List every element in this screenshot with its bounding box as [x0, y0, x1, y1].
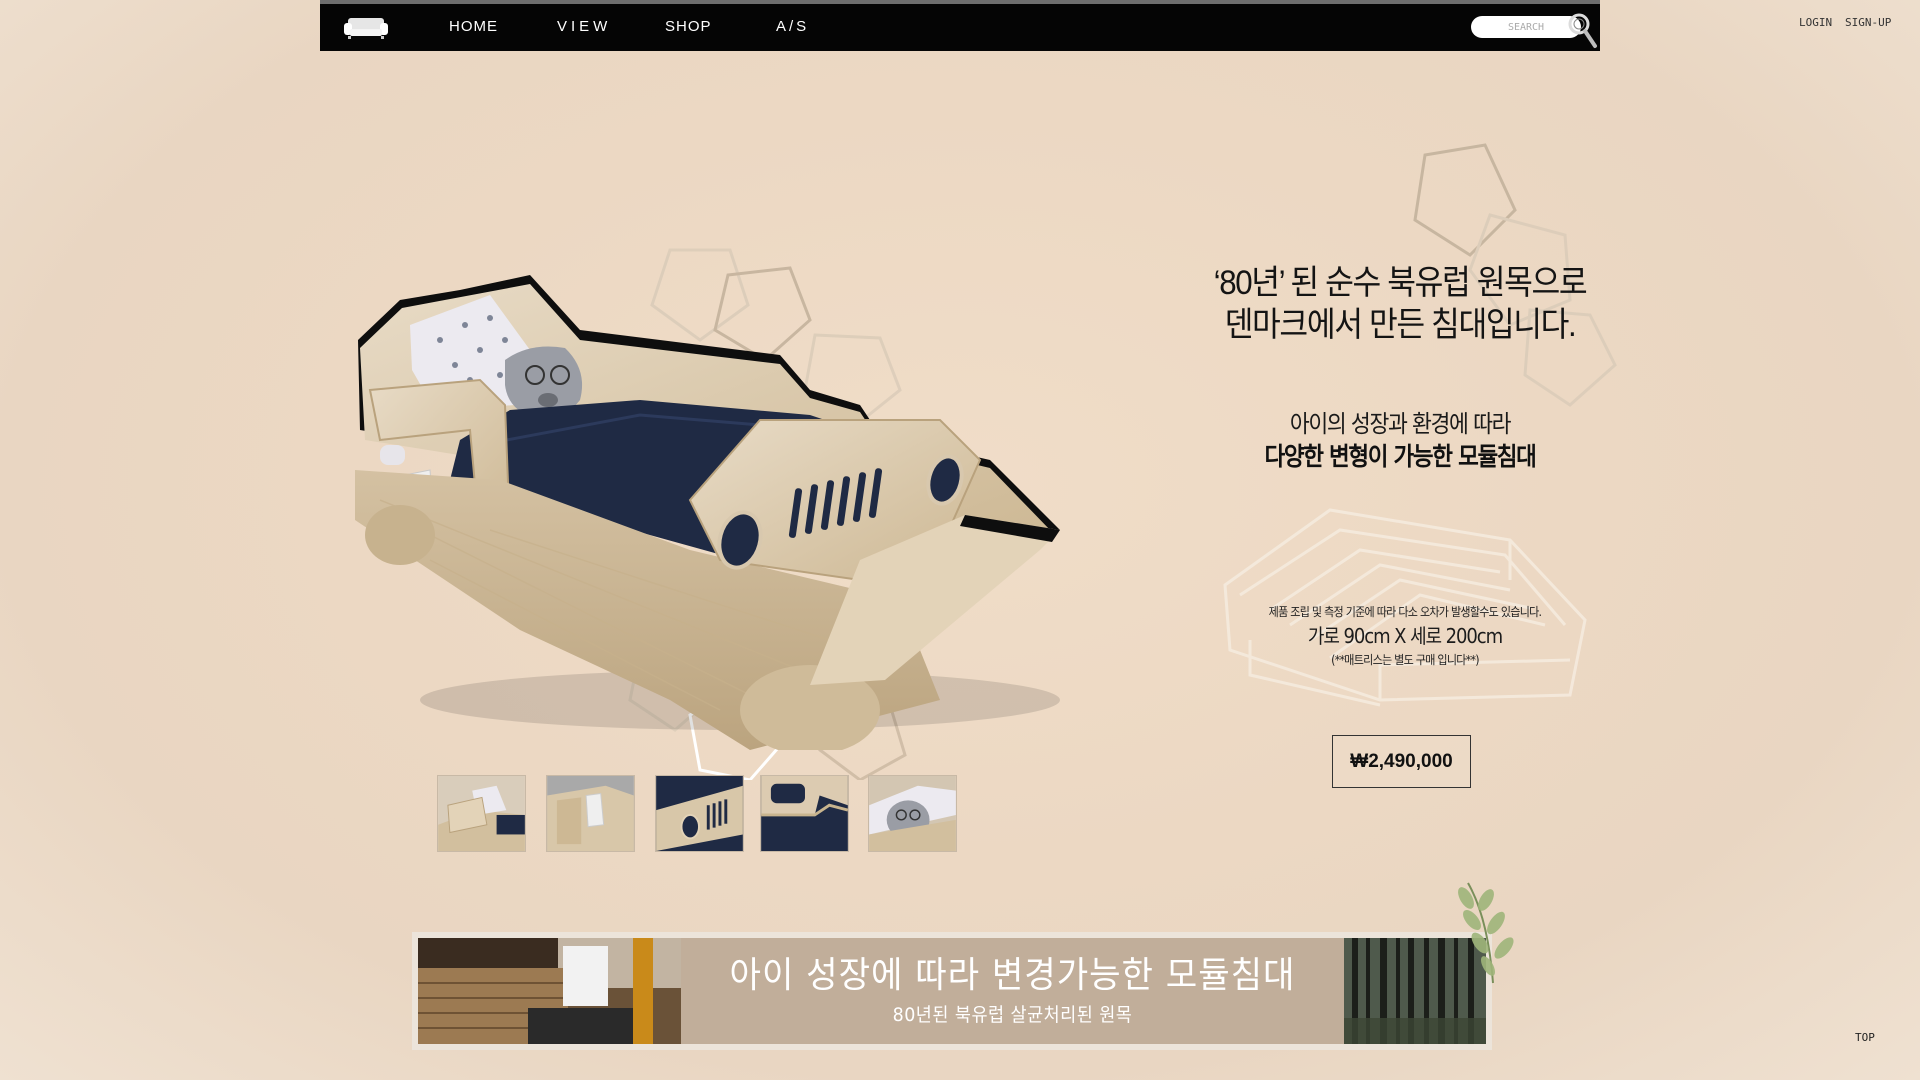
back-to-top-link[interactable]: TOP: [1855, 1031, 1875, 1044]
thumbnail-image: [438, 776, 525, 851]
mattress-note: (**매트리스는 별도 구매 입니다**): [1331, 653, 1479, 667]
nav-shop-link[interactable]: SHOP: [665, 18, 712, 35]
thumbnail-4[interactable]: [760, 775, 849, 852]
login-link[interactable]: LOGIN: [1799, 16, 1832, 29]
sofa-logo-icon[interactable]: [342, 12, 390, 40]
thumbnail-image: [656, 776, 743, 851]
thumbnail-1[interactable]: [437, 775, 526, 852]
banner-subtitle: 80년된 북유럽 살균처리된 원목: [892, 1004, 1133, 1026]
banner-content: 아이 성장에 따라 변경가능한 모듈침대 80년된 북유럽 살균처리된 원목: [418, 938, 1486, 1044]
thumbnail-image: [547, 776, 634, 851]
nav-home-link[interactable]: HOME: [449, 18, 498, 35]
thumbnail-image: [761, 776, 848, 851]
thumbnail-2[interactable]: [546, 775, 635, 852]
banner-title: 아이 성장에 따라 변경가능한 모듈침대: [729, 955, 1296, 996]
search-icon[interactable]: [1565, 9, 1599, 49]
leaf-decoration-icon: [1458, 882, 1514, 984]
measurement-note: 제품 조립 및 측정 기준에 따라 다소 오차가 발생할수도 있습니다.: [1268, 605, 1542, 619]
product-dimensions: 가로 90cm X 세로 200cm: [1307, 624, 1503, 648]
price-tag: ₩2,490,000: [1332, 735, 1471, 788]
headline-line-2: 덴마크에서 만든 침대입니다.: [1224, 306, 1577, 344]
top-navbar: HOME VIEW SHOP A/S: [320, 0, 1600, 51]
nav-as-link[interactable]: A/S: [776, 18, 809, 35]
signup-link[interactable]: SIGN-UP: [1845, 16, 1891, 29]
nav-view-link[interactable]: VIEW: [557, 18, 611, 35]
thumbnail-image: [869, 776, 956, 851]
promo-banner[interactable]: 아이 성장에 따라 변경가능한 모듈침대 80년된 북유럽 살균처리된 원목: [412, 932, 1492, 1050]
product-subtitle-1: 아이의 성장과 환경에 따라: [1289, 410, 1512, 438]
product-subtitle-2: 다양한 변형이 가능한 모듈침대: [1264, 442, 1536, 471]
product-headline: ‘80년’ 된 순수 북유럽 원목으로 덴마크에서 만든 침대입니다.: [1207, 262, 1593, 346]
hero-bed-image: [355, 275, 1060, 750]
banner-workshop-image: [418, 938, 681, 1044]
headline-line-1: ‘80년’ 된 순수 북유럽 원목으로: [1213, 264, 1588, 302]
thumbnail-5[interactable]: [868, 775, 957, 852]
thumbnail-3[interactable]: [655, 775, 744, 852]
